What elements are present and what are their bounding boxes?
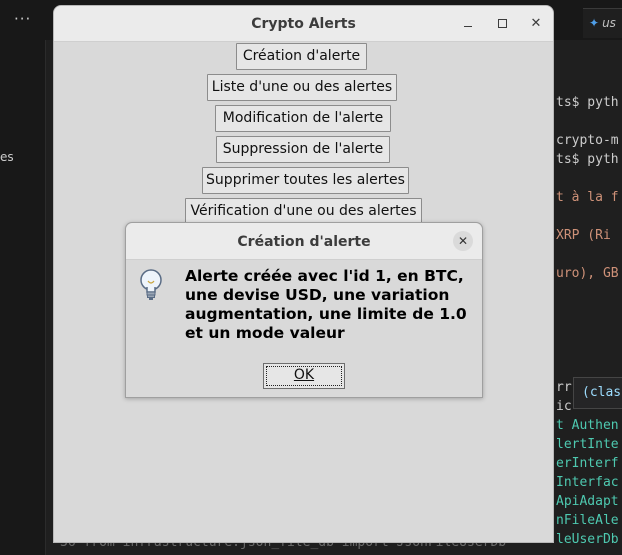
code-line: uro), GB (556, 266, 619, 281)
sidebar-label-fragment: es (0, 150, 14, 164)
delete-alert-button[interactable]: Suppression de l'alerte (216, 136, 390, 163)
close-icon: ✕ (457, 234, 469, 248)
ok-button[interactable]: OK (263, 363, 345, 389)
window-titlebar[interactable]: Crypto Alerts ✕ (54, 6, 553, 42)
code-line: nFileAle (556, 513, 619, 528)
ok-button-label: OK (293, 367, 315, 383)
code-line: ApiAdapt (556, 494, 619, 509)
editor-code-area[interactable]: ts$ pyth crypto-m ts$ pyth t à la f XRP … (553, 40, 622, 555)
lightbulb-icon (140, 269, 162, 300)
code-line: t à la f (556, 190, 619, 205)
code-line: lertInte (556, 437, 619, 452)
window-title: Crypto Alerts (251, 16, 356, 32)
code-line: rr (556, 380, 572, 395)
code-line: crypto-m (556, 133, 619, 148)
verify-alerts-button[interactable]: Vérification d'une ou des alertes (185, 198, 422, 225)
maximize-icon (497, 19, 507, 28)
dialog-titlebar[interactable]: Création d'alerte ✕ (126, 223, 482, 260)
editor-tab[interactable]: ✦ us (583, 8, 622, 38)
close-icon: ✕ (530, 16, 542, 31)
dialog-title: Création d'alerte (237, 234, 371, 250)
close-button[interactable]: ✕ (526, 14, 546, 34)
editor-tab-label: us (602, 16, 616, 30)
maximize-button[interactable] (492, 14, 512, 34)
editor-sidebar: es (0, 40, 46, 555)
code-hover-tooltip: (clas (573, 377, 622, 409)
delete-all-alerts-button[interactable]: Supprimer toutes les alertes (202, 167, 409, 194)
code-line: erInterf (556, 456, 619, 471)
more-actions-icon[interactable]: ··· (14, 10, 31, 28)
minimize-button[interactable] (458, 14, 478, 34)
create-alert-button[interactable]: Création d'alerte (236, 43, 367, 70)
dialog-close-button[interactable]: ✕ (453, 231, 473, 251)
code-line: ts$ pyth (556, 95, 619, 110)
code-line: ts$ pyth (556, 152, 619, 167)
list-alerts-button[interactable]: Liste d'une ou des alertes (207, 74, 397, 101)
editor-tabbar (553, 8, 583, 38)
code-line: t Authen (556, 418, 619, 433)
dialog-message: Alerte créée avec l'id 1, en BTC, une de… (185, 267, 467, 342)
code-line: XRP (Ri (556, 228, 611, 243)
python-icon: ✦ (589, 16, 600, 30)
code-line: Interfac (556, 475, 619, 490)
code-line: ic (556, 399, 572, 414)
modify-alert-button[interactable]: Modification de l'alerte (215, 105, 391, 132)
minimize-icon (464, 26, 472, 27)
alert-created-dialog: Création d'alerte ✕ Alerte créée avec l'… (125, 222, 483, 398)
